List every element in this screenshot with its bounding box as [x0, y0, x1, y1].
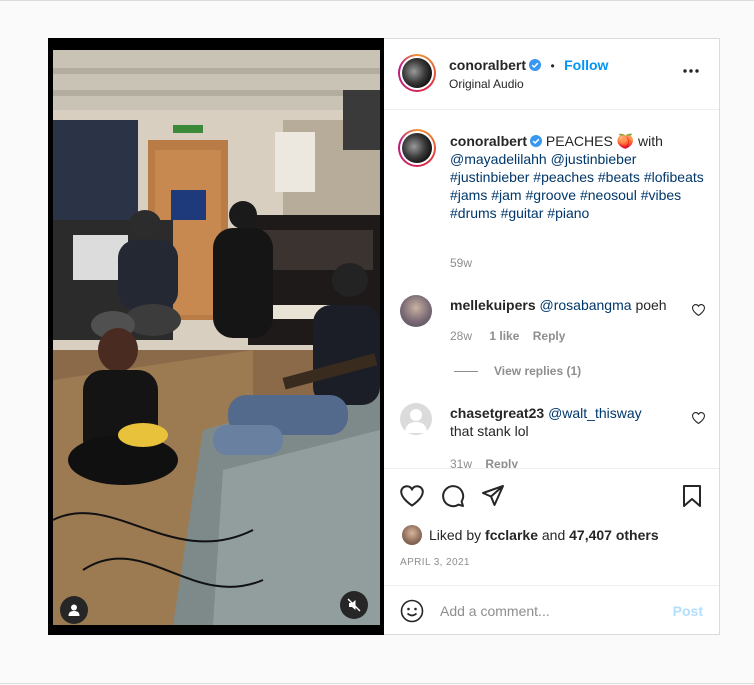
more-options-icon[interactable]: [683, 69, 699, 73]
post-media: [48, 38, 384, 635]
comment-username[interactable]: chasetgreat23: [450, 405, 544, 421]
comment-avatar[interactable]: [400, 403, 432, 435]
likes-summary: Liked by fcclarke and 47,407 others: [429, 527, 659, 543]
liked-by-and: and: [541, 527, 566, 543]
header-separator: •: [550, 59, 555, 73]
comment-input[interactable]: Add a comment...: [440, 603, 550, 619]
share-icon[interactable]: [481, 484, 505, 508]
caption-avatar-image: [402, 133, 432, 163]
liked-by-prefix: Liked by: [429, 527, 482, 543]
comment-icon[interactable]: [441, 484, 465, 508]
hashtag-link[interactable]: #drums: [450, 205, 497, 221]
hashtag-link[interactable]: #peaches: [533, 169, 594, 185]
comment-avatar[interactable]: [400, 295, 432, 327]
comment-body: that stank lol: [450, 423, 529, 439]
caption: conoralbert PEACHES 🍑 with @mayadelilahh…: [450, 132, 705, 222]
caption-age[interactable]: 59w: [450, 256, 472, 270]
post-side-panel: conoralbert • Follow Original Audio cono…: [384, 38, 720, 635]
view-replies-button[interactable]: View replies (1): [494, 364, 581, 378]
author-avatar[interactable]: [398, 54, 436, 92]
user-tag-icon: [68, 604, 80, 616]
hashtag-link[interactable]: #jams: [450, 187, 487, 203]
mention-link[interactable]: @rosabangma: [540, 297, 632, 313]
comments-list[interactable]: conoralbert PEACHES 🍑 with @mayadelilahh…: [384, 111, 719, 469]
mention-link[interactable]: @walt_thisway: [548, 405, 642, 421]
caption-username[interactable]: conoralbert: [450, 133, 527, 149]
post-date[interactable]: APRIL 3, 2021: [400, 557, 470, 568]
mention-link[interactable]: @mayadelilahh: [450, 151, 547, 167]
default-avatar-icon: [405, 409, 427, 433]
post-header: conoralbert • Follow Original Audio: [384, 39, 719, 110]
user-tag-button[interactable]: [60, 596, 88, 624]
caption-text-with: with: [638, 133, 663, 149]
hashtag-link[interactable]: #vibes: [641, 187, 681, 203]
emoji-icon[interactable]: [400, 599, 424, 623]
mention-link[interactable]: @justinbieber: [551, 151, 637, 167]
comment-text: mellekuipers @rosabangma poeh: [450, 296, 680, 314]
hashtag-link[interactable]: #jam: [491, 187, 521, 203]
hashtag-link[interactable]: #guitar: [501, 205, 544, 221]
muted-speaker-icon: [347, 598, 361, 612]
author-username[interactable]: conoralbert: [449, 57, 526, 73]
author-avatar-image: [402, 58, 432, 88]
mute-button[interactable]: [340, 591, 368, 619]
heart-icon[interactable]: [400, 485, 424, 507]
hashtag-link[interactable]: #lofibeats: [644, 169, 704, 185]
comment-age[interactable]: 28w: [450, 329, 472, 343]
hashtag-link[interactable]: #groove: [526, 187, 577, 203]
verified-badge-icon: [529, 59, 542, 71]
comment-username[interactable]: mellekuipers: [450, 297, 536, 313]
post-comment-button[interactable]: Post: [673, 603, 703, 619]
comment-body: poeh: [635, 297, 667, 313]
verified-badge-icon: [530, 135, 543, 147]
comment-heart-icon[interactable]: [692, 304, 705, 316]
peach-emoji: 🍑: [616, 133, 635, 149]
liker-username[interactable]: fcclarke: [485, 527, 538, 543]
hashtag-link[interactable]: #neosoul: [580, 187, 637, 203]
bottom-divider: [0, 683, 754, 684]
video-frame: [53, 50, 380, 625]
top-divider: [0, 0, 754, 1]
video-player[interactable]: [53, 50, 380, 625]
hashtag-link[interactable]: #beats: [598, 169, 640, 185]
replies-line: [454, 371, 478, 372]
bookmark-icon[interactable]: [682, 484, 702, 508]
caption-text-start: PEACHES: [545, 133, 613, 149]
liker-avatar[interactable]: [402, 525, 422, 545]
hashtag-link[interactable]: #justinbieber: [450, 169, 529, 185]
comment-heart-icon[interactable]: [692, 412, 705, 424]
audio-label[interactable]: Original Audio: [449, 77, 524, 91]
comment-meta: 28w 1 like Reply: [450, 329, 565, 343]
follow-button[interactable]: Follow: [564, 57, 608, 73]
likes-count[interactable]: 47,407 others: [569, 527, 659, 543]
comment-likes[interactable]: 1 like: [489, 329, 519, 343]
reply-button[interactable]: Reply: [533, 329, 566, 343]
comment-text: chasetgreat23 @walt_thisway that stank l…: [450, 404, 680, 440]
caption-avatar[interactable]: [398, 129, 436, 167]
post-actions: Liked by fcclarke and 47,407 others APRI…: [384, 468, 719, 586]
hashtag-link[interactable]: #piano: [547, 205, 589, 221]
add-comment-bar: Add a comment... Post: [384, 585, 719, 635]
